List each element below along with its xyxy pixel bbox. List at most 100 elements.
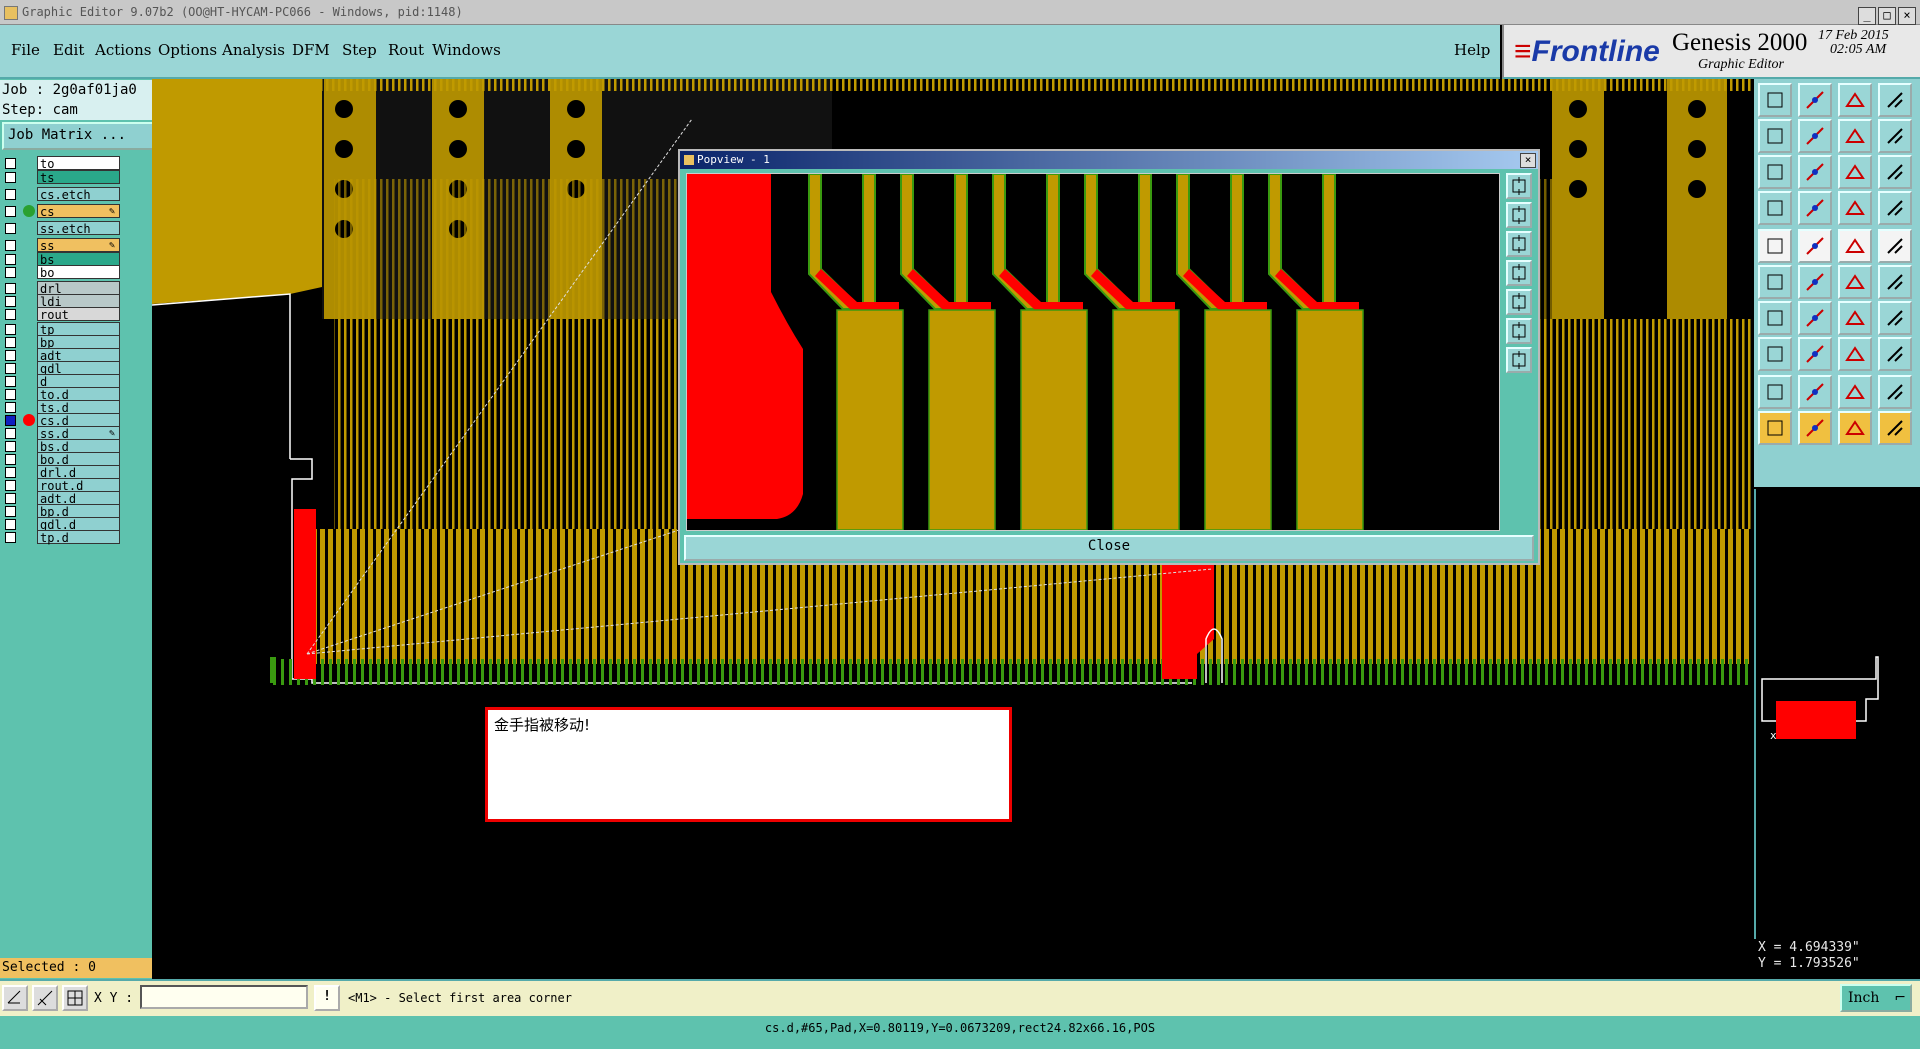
menu-windows[interactable]: Windows: [432, 41, 501, 59]
layer-checkbox[interactable]: [5, 283, 16, 294]
break-tool-button[interactable]: [1878, 337, 1912, 371]
layer-checkbox[interactable]: [5, 158, 16, 169]
layer-name[interactable]: bo.d: [37, 452, 120, 467]
layer-checkbox[interactable]: [5, 415, 16, 426]
layer-name[interactable]: bs: [37, 252, 120, 267]
layer-row[interactable]: tp.d: [2, 530, 120, 545]
overview-map[interactable]: x: [1754, 489, 1920, 939]
layer-name[interactable]: cs.etch: [37, 187, 120, 202]
layer-name[interactable]: tp: [37, 322, 120, 337]
line-tool-button[interactable]: [1758, 301, 1792, 335]
resize-tool-button[interactable]: [1838, 337, 1872, 371]
layer-checkbox[interactable]: [5, 376, 16, 387]
pointer-circle-tool-button[interactable]: [1838, 411, 1872, 445]
arc-tool-button[interactable]: [1798, 301, 1832, 335]
layer-checkbox[interactable]: [5, 519, 16, 530]
window-tool-button[interactable]: [1878, 83, 1912, 117]
layer-checkbox[interactable]: [5, 493, 16, 504]
redo-tool-button[interactable]: [1878, 119, 1912, 153]
popview-title-bar[interactable]: Popview - 1 ×: [680, 151, 1538, 169]
pointer-tool-button[interactable]: [1758, 411, 1792, 445]
layer-checkbox[interactable]: [5, 480, 16, 491]
layer-name[interactable]: to.d: [37, 387, 120, 402]
minimize-button[interactable]: _: [1858, 7, 1876, 25]
pan-right-tool-button[interactable]: [1798, 119, 1832, 153]
net-tool-button[interactable]: [1758, 265, 1792, 299]
menu-dfm[interactable]: DFM: [292, 41, 330, 59]
layer-checkbox[interactable]: [5, 267, 16, 278]
layer-name[interactable]: bo: [37, 265, 120, 280]
fit-tool-button[interactable]: [1758, 155, 1792, 189]
cutout-tool-button[interactable]: [1838, 375, 1872, 409]
scale-tool-button[interactable]: [1838, 155, 1872, 189]
menu-step[interactable]: Step: [342, 41, 377, 59]
layer-checkbox[interactable]: [5, 172, 16, 183]
layer-name[interactable]: cs.d: [37, 413, 120, 428]
polygon-tool-button[interactable]: [1798, 375, 1832, 409]
grid-tool-button[interactable]: [1798, 191, 1832, 225]
layer-checkbox[interactable]: [5, 441, 16, 452]
layer-checkbox[interactable]: [5, 350, 16, 361]
layer-checkbox[interactable]: [5, 532, 16, 543]
layers-tool-button[interactable]: [1878, 191, 1912, 225]
layer-row[interactable]: to: [2, 156, 120, 171]
outline-tool-button[interactable]: [1878, 375, 1912, 409]
layer-name[interactable]: ss ✎: [37, 238, 120, 253]
popview-pan-right-button[interactable]: [1506, 289, 1532, 315]
measure-tool-button[interactable]: [32, 985, 58, 1011]
popview-zoom-fit-button[interactable]: [1506, 173, 1532, 199]
menu-help[interactable]: Help: [1454, 41, 1490, 59]
pointer-edit-tool-button[interactable]: [1878, 411, 1912, 445]
job-matrix-button[interactable]: Job Matrix ...: [2, 122, 154, 150]
rotate-tool-button[interactable]: [1838, 301, 1872, 335]
layer-name[interactable]: gdl.d: [37, 517, 120, 532]
menu-actions[interactable]: Actions: [95, 41, 151, 59]
ruler-tool-button[interactable]: [1838, 229, 1872, 263]
layer-name[interactable]: d: [37, 374, 120, 389]
layer-name[interactable]: gdl: [37, 361, 120, 376]
layer-row[interactable]: cs.etch: [2, 187, 120, 202]
snap-tool-button[interactable]: [2, 985, 28, 1011]
layer-checkbox[interactable]: [5, 467, 16, 478]
maximize-button[interactable]: □: [1878, 7, 1896, 25]
mirror-tool-button[interactable]: [1878, 301, 1912, 335]
add-pad-tool-button[interactable]: [1758, 337, 1792, 371]
layer-checkbox[interactable]: [5, 337, 16, 348]
layer-checkbox[interactable]: [5, 402, 16, 413]
layer-name[interactable]: ss.d ✎: [37, 426, 120, 441]
home-tool-button[interactable]: [1838, 83, 1872, 117]
pan-left-tool-button[interactable]: [1758, 119, 1792, 153]
layer-name[interactable]: cs ✎: [37, 204, 120, 219]
layer-checkbox[interactable]: [5, 454, 16, 465]
triangle-tool-button[interactable]: [1758, 375, 1792, 409]
popview-zoom-out-button[interactable]: [1506, 231, 1532, 257]
layer-name[interactable]: adt.d: [37, 491, 120, 506]
layer-checkbox[interactable]: [5, 389, 16, 400]
zoom-out-tool-button[interactable]: [1798, 83, 1832, 117]
menu-analysis[interactable]: Analysis: [222, 41, 285, 59]
popview-zoom-area-button[interactable]: [1506, 318, 1532, 344]
menu-edit[interactable]: Edit: [53, 41, 84, 59]
layer-name[interactable]: ss.etch: [37, 221, 120, 236]
popview-close-button[interactable]: Close: [684, 535, 1534, 561]
layer-name[interactable]: tp.d: [37, 530, 120, 545]
select-tool-button[interactable]: [1758, 229, 1792, 263]
popview-center-button[interactable]: [1506, 347, 1532, 373]
layer-checkbox[interactable]: [5, 428, 16, 439]
layer-checkbox[interactable]: [5, 363, 16, 374]
layer-row[interactable]: cs ✎: [2, 204, 120, 219]
popview-pan-left-button[interactable]: [1506, 260, 1532, 286]
help-tool-button[interactable]: [1878, 155, 1912, 189]
close-window-button[interactable]: ×: [1898, 7, 1916, 25]
layer-name[interactable]: ts: [37, 170, 120, 185]
layer-checkbox[interactable]: [5, 240, 16, 251]
surface-tool-button[interactable]: [1798, 337, 1832, 371]
layer-checkbox[interactable]: [5, 206, 16, 217]
layer-checkbox[interactable]: [5, 296, 16, 307]
layer-row[interactable]: ss.etch: [2, 221, 120, 236]
center-tool-button[interactable]: [1798, 155, 1832, 189]
pad-tool-button[interactable]: [1878, 229, 1912, 263]
menu-options[interactable]: Options: [158, 41, 217, 59]
layer-name[interactable]: rout.d: [37, 478, 120, 493]
layer-name[interactable]: adt: [37, 348, 120, 363]
